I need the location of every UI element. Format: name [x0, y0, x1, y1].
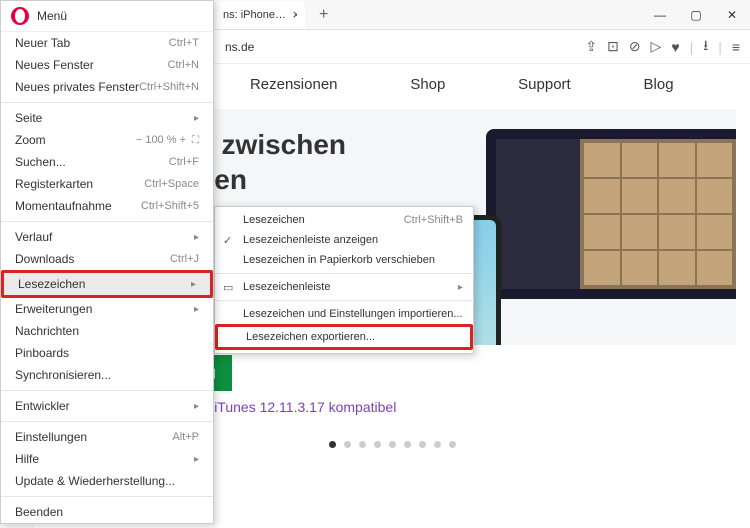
download-icon[interactable]: ⭳: [703, 35, 708, 59]
menu-zoom[interactable]: Zoom− 100 % +⛶: [1, 129, 213, 151]
maximize-button[interactable]: ▢: [678, 0, 714, 30]
close-tab-icon[interactable]: ×: [293, 7, 298, 22]
menu-neues-fenster[interactable]: Neues FensterCtrl+N: [1, 54, 213, 76]
submenu-lesezeichen[interactable]: LesezeichenCtrl+Shift+B: [215, 210, 473, 230]
submenu-leiste[interactable]: ▭Lesezeichenleiste▸: [215, 277, 473, 297]
menu-registerkarten[interactable]: RegisterkartenCtrl+Space: [1, 173, 213, 195]
chevron-right-icon: ▸: [191, 279, 196, 290]
menu-seite[interactable]: Seite▸: [1, 107, 213, 129]
menu-label: Menü: [37, 9, 67, 23]
send-icon[interactable]: ▷: [651, 38, 662, 55]
browser-tab[interactable]: ns: iPhone, iPad, iP… ×: [215, 1, 305, 29]
menu-sync[interactable]: Synchronisieren...: [1, 364, 213, 386]
menu-pinboards[interactable]: Pinboards: [1, 342, 213, 364]
chevron-right-icon: ▸: [194, 232, 199, 243]
menu-hilfe[interactable]: Hilfe▸: [1, 448, 213, 470]
check-icon: ✓: [223, 234, 232, 247]
submenu-export[interactable]: Lesezeichen exportieren...: [215, 324, 473, 350]
nav-shop[interactable]: Shop: [410, 76, 445, 93]
main-menu: Menü Neuer TabCtrl+T Neues FensterCtrl+N…: [0, 0, 214, 524]
chevron-right-icon: ▸: [194, 401, 199, 412]
chevron-right-icon: ▸: [194, 113, 199, 124]
nav-support[interactable]: Support: [518, 76, 571, 93]
menu-nachrichten[interactable]: Nachrichten: [1, 320, 213, 342]
chevron-right-icon: ▸: [194, 454, 199, 465]
easy-setup-icon[interactable]: ≡: [732, 39, 740, 55]
folder-icon: ▭: [223, 281, 233, 294]
tab-title: ns: iPhone, iPad, iP…: [223, 9, 287, 21]
heart-icon[interactable]: ♥: [671, 39, 679, 55]
lesezeichen-submenu: LesezeichenCtrl+Shift+B ✓Lesezeichenleis…: [214, 206, 474, 354]
submenu-leiste-anzeigen[interactable]: ✓Lesezeichenleiste anzeigen: [215, 230, 473, 250]
close-window-button[interactable]: ✕: [714, 0, 750, 30]
camera-icon[interactable]: ⊡: [607, 38, 619, 55]
address-fragment[interactable]: ns.de: [225, 40, 585, 54]
block-icon[interactable]: ⊘: [629, 38, 641, 55]
opera-logo-icon: [11, 7, 29, 25]
chevron-right-icon: ▸: [458, 282, 463, 293]
laptop-graphic: [486, 129, 736, 299]
menu-einstellungen[interactable]: EinstellungenAlt+P: [1, 426, 213, 448]
minimize-button[interactable]: —: [642, 0, 678, 30]
submenu-import[interactable]: Lesezeichen und Einstellungen importiere…: [215, 304, 473, 324]
nav-rezensionen[interactable]: Rezensionen: [250, 76, 338, 93]
divider: |: [718, 39, 722, 55]
menu-verlauf[interactable]: Verlauf▸: [1, 226, 213, 248]
menu-update[interactable]: Update & Wiederherstellung...: [1, 470, 213, 492]
menu-erweiterungen[interactable]: Erweiterungen▸: [1, 298, 213, 320]
submenu-papierkorb[interactable]: Lesezeichen in Papierkorb verschieben: [215, 250, 473, 270]
expand-icon: ⛶: [192, 135, 199, 146]
nav-blog[interactable]: Blog: [644, 76, 674, 93]
menu-momentaufnahme[interactable]: MomentaufnahmeCtrl+Shift+5: [1, 195, 213, 217]
menu-neuer-tab[interactable]: Neuer TabCtrl+T: [1, 32, 213, 54]
menu-suchen[interactable]: Suchen...Ctrl+F: [1, 151, 213, 173]
menu-header[interactable]: Menü: [1, 1, 213, 32]
menu-lesezeichen[interactable]: Lesezeichen▸: [1, 270, 213, 298]
menu-downloads[interactable]: DownloadsCtrl+J: [1, 248, 213, 270]
chevron-right-icon: ▸: [194, 304, 199, 315]
menu-neues-privat[interactable]: Neues privates FensterCtrl+Shift+N: [1, 76, 213, 98]
menu-beenden[interactable]: Beenden: [1, 501, 213, 523]
new-tab-button[interactable]: +: [313, 6, 334, 24]
menu-entwickler[interactable]: Entwickler▸: [1, 395, 213, 417]
divider: |: [690, 39, 694, 55]
share-icon[interactable]: ⇪: [585, 38, 597, 55]
